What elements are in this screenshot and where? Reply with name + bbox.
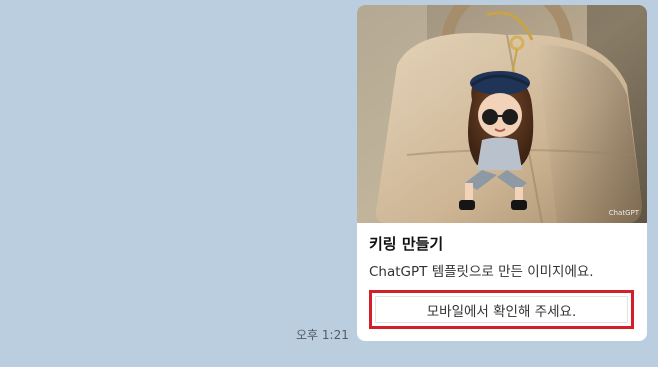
card-title: 키링 만들기: [369, 235, 444, 253]
button-label: 모바일에서 확인해 주세요.: [426, 303, 577, 320]
view-on-mobile-button[interactable]: 모바일에서 확인해 주세요.: [369, 290, 634, 329]
card-description: ChatGPT 템플릿으로 만든 이미지에요.: [369, 264, 594, 280]
card-image[interactable]: ChatGPT: [357, 5, 647, 223]
image-watermark: ChatGPT: [608, 209, 639, 217]
message-timestamp: 오후 1:21: [296, 328, 349, 342]
message-card[interactable]: ChatGPT 키링 만들기 ChatGPT 템플릿으로 만든 이미지에요. 모…: [357, 5, 647, 341]
